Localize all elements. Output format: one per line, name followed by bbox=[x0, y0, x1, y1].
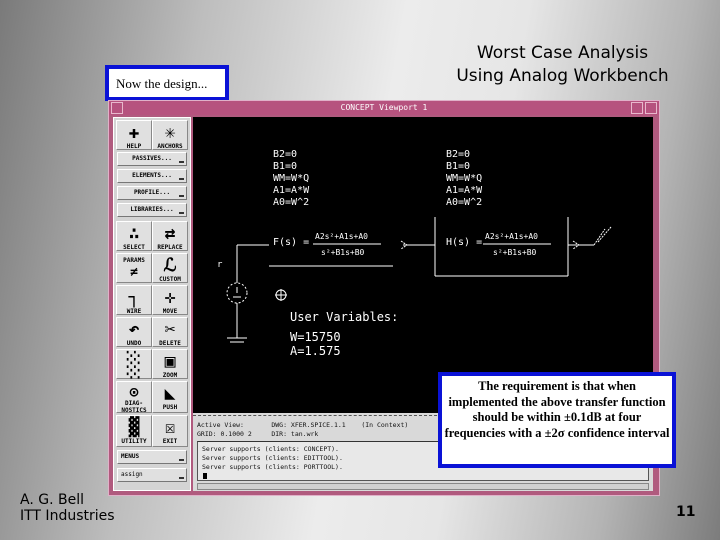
window-title: CONCEPT Viewport 1 bbox=[340, 103, 428, 112]
status-line-1: Active View: DWG: XFER.SPICE.1.1 (In Con… bbox=[197, 421, 409, 429]
block2-label: H(s) = bbox=[446, 237, 482, 248]
status-line-2: GRID: 0.1000 2 DIR: tan.wrk bbox=[197, 430, 319, 438]
pattern-button[interactable]: ░ bbox=[116, 349, 152, 379]
block2-param: A0=W^2 bbox=[446, 197, 482, 208]
user-var: A=1.575 bbox=[290, 344, 341, 358]
block1-numerator: A2s²+A1s+A0 bbox=[315, 232, 368, 241]
block2-param: A1=A*W bbox=[446, 185, 483, 196]
passives-menu-button[interactable]: PASSIVES... bbox=[117, 152, 187, 166]
user-vars-title: User Variables: bbox=[290, 310, 398, 324]
diagnostics-icon: ⊙ bbox=[129, 383, 139, 401]
author-company: ITT Industries bbox=[20, 508, 115, 524]
move-icon: ✛ bbox=[164, 287, 176, 308]
block1-param: B2=0 bbox=[273, 149, 297, 160]
zoom-button[interactable]: ▣ ZOOM bbox=[152, 349, 188, 379]
anchors-button[interactable]: ✳ ANCHORS bbox=[152, 120, 188, 150]
assign-button[interactable]: assign bbox=[117, 468, 187, 482]
block1-param: A1=A*W bbox=[273, 185, 310, 196]
libraries-menu-button[interactable]: LIBRARIES... bbox=[117, 203, 187, 217]
params-icon: ≠ bbox=[130, 265, 138, 280]
slide-title-line2: Using Analog Workbench bbox=[456, 66, 669, 86]
wire-icon: ┐ bbox=[128, 287, 140, 308]
elements-menu-button[interactable]: ELEMENTS... bbox=[117, 169, 187, 183]
block2-param: B1=0 bbox=[446, 161, 470, 172]
author-name: A. G. Bell bbox=[20, 492, 84, 508]
block2-param: B2=0 bbox=[446, 149, 470, 160]
delete-button[interactable]: ✂ DELETE bbox=[152, 317, 188, 347]
schematic-drawing: B2=0 B1=0 WM=W*Q A1=A*W A0=W^2 B2=0 B1=0… bbox=[217, 149, 612, 358]
utility-icon: ▓ bbox=[128, 417, 140, 438]
tool-palette: ✚ HELP ✳ ANCHORS PASSIVES... ELEMENTS...… bbox=[113, 117, 191, 491]
undo-button[interactable]: ↶ UNDO bbox=[116, 317, 152, 347]
slide-title: Worst Case Analysis Using Analog Workben… bbox=[440, 42, 685, 88]
window-maximize-button[interactable] bbox=[645, 102, 657, 114]
exit-button[interactable]: ☒ EXIT bbox=[152, 415, 188, 447]
horizontal-scrollbar[interactable] bbox=[197, 483, 649, 490]
select-icon: ∴ bbox=[128, 223, 140, 244]
wire-button[interactable]: ┐ WIRE bbox=[116, 285, 152, 315]
block1-param: B1=0 bbox=[273, 161, 297, 172]
block2-denominator: s²+B1s+B0 bbox=[493, 248, 537, 257]
window-menu-button[interactable] bbox=[111, 102, 123, 114]
window-titlebar[interactable]: CONCEPT Viewport 1 bbox=[109, 101, 659, 115]
params-button[interactable]: PARAMS ≠ bbox=[116, 253, 152, 283]
block1-param: WM=W*Q bbox=[273, 173, 309, 184]
block1-param: A0=W^2 bbox=[273, 197, 309, 208]
scribble-icon: ℒ bbox=[163, 255, 177, 276]
utility-button[interactable]: ▓ UTILITY bbox=[116, 415, 152, 447]
move-button[interactable]: ✛ MOVE bbox=[152, 285, 188, 315]
plus-icon: ✚ bbox=[128, 122, 140, 143]
help-button[interactable]: ✚ HELP bbox=[116, 120, 152, 150]
window-minimize-button[interactable] bbox=[631, 102, 643, 114]
block1-denominator: s²+B1s+B0 bbox=[321, 248, 365, 257]
exit-icon: ☒ bbox=[164, 417, 176, 438]
source-label: r bbox=[217, 260, 223, 270]
custom-button[interactable]: ℒ CUSTOM bbox=[152, 253, 188, 283]
design-callout: Now the design... bbox=[105, 65, 229, 101]
diagnostics-button[interactable]: ⊙ DIAG-NOSTICS bbox=[116, 381, 152, 414]
author-info: A. G. Bell ITT Industries bbox=[20, 492, 115, 524]
block2-numerator: A2s²+A1s+A0 bbox=[485, 232, 538, 241]
slide-title-line1: Worst Case Analysis bbox=[476, 43, 649, 63]
select-button[interactable]: ∴ SELECT bbox=[116, 221, 152, 251]
output-pin bbox=[593, 228, 606, 246]
push-button[interactable]: ◣ PUSH bbox=[152, 381, 188, 413]
console-line: Server supports (clients: PORTTOOL). bbox=[202, 463, 343, 471]
zoom-icon: ▣ bbox=[164, 351, 176, 372]
push-icon: ◣ bbox=[164, 383, 176, 404]
requirement-callout: The requirement is that when implemented… bbox=[438, 372, 676, 468]
menus-button[interactable]: MENUS bbox=[117, 450, 187, 464]
asterisk-icon: ✳ bbox=[164, 122, 176, 143]
user-var: W=15750 bbox=[290, 330, 341, 344]
schematic-canvas[interactable]: B2=0 B1=0 WM=W*Q A1=A*W A0=W^2 B2=0 B1=0… bbox=[193, 117, 653, 413]
profile-menu-button[interactable]: PROFILE... bbox=[117, 186, 187, 200]
block2-param: WM=W*Q bbox=[446, 173, 482, 184]
pattern-icon: ░ bbox=[126, 351, 142, 379]
undo-icon: ↶ bbox=[128, 319, 140, 340]
console-line: Server supports (clients: CONCEPT). bbox=[202, 445, 339, 453]
replace-icon: ⇄ bbox=[164, 223, 176, 244]
text-cursor bbox=[203, 473, 207, 479]
replace-button[interactable]: ⇄ REPLACE bbox=[152, 221, 188, 251]
delete-icon: ✂ bbox=[164, 319, 176, 340]
console-line: Server supports (clients: EDITTOOL). bbox=[202, 454, 343, 462]
block1-label: F(s) = bbox=[273, 237, 309, 248]
page-number: 11 bbox=[676, 504, 696, 520]
